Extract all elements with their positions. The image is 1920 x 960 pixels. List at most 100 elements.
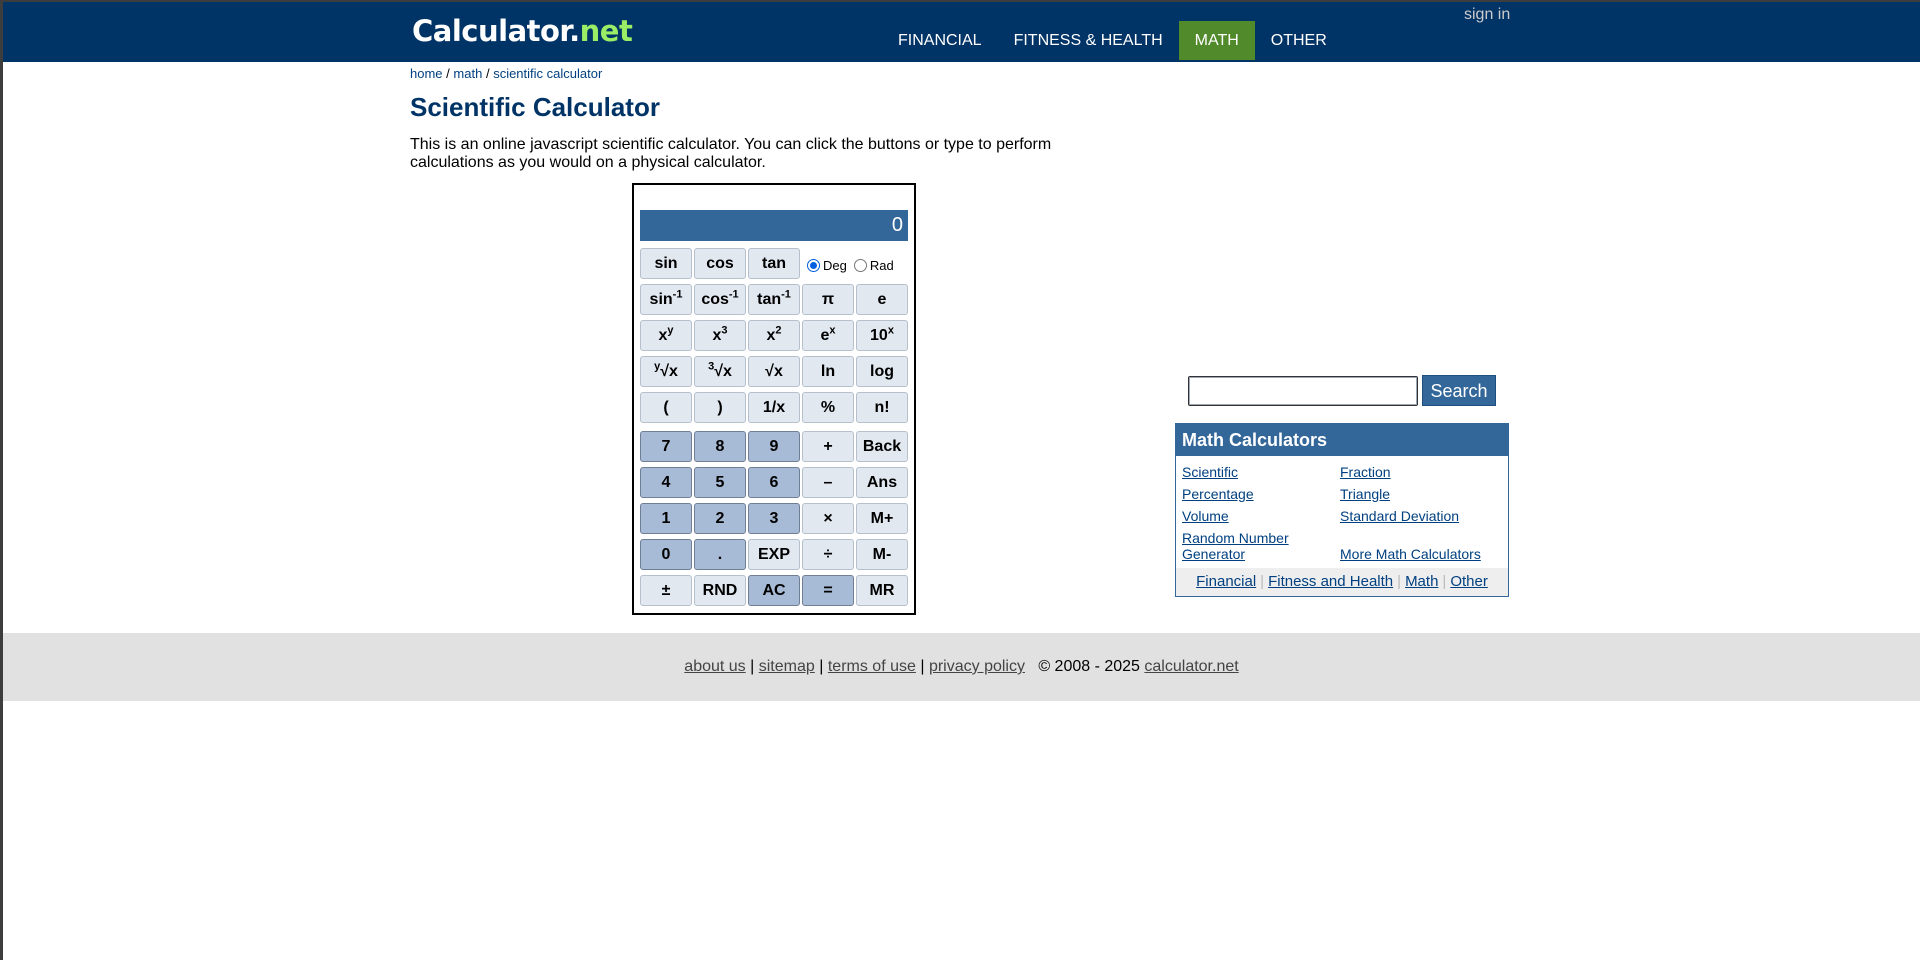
link-random-number-generator[interactable]: Generator [1182,546,1245,562]
all-clear-key[interactable]: AC [748,575,800,606]
panel-link-other[interactable]: Other [1450,573,1488,590]
key-5[interactable]: 5 [694,467,746,498]
cube-root-key[interactable]: 3√x [694,356,746,387]
plus-minus-key[interactable]: ± [640,575,692,606]
footer-copyright: © 2008 - 2025 [1038,658,1140,675]
logo-dot: . [569,14,580,48]
right-paren-key[interactable]: ) [694,392,746,423]
link-scientific[interactable]: Scientific [1182,464,1238,480]
y-root-x-key[interactable]: y√x [640,356,692,387]
key-4[interactable]: 4 [640,467,692,498]
panel-link-fitness[interactable]: Fitness and Health [1268,573,1393,590]
link-standard-deviation[interactable]: Standard Deviation [1340,508,1459,524]
link-random-number[interactable]: Random Number [1182,530,1289,546]
atan-key[interactable]: tan-1 [748,284,800,315]
inverse-superscript: -1 [781,288,791,301]
search-button[interactable]: Search [1422,375,1496,406]
window-edge [0,0,3,960]
acos-key[interactable]: cos-1 [694,284,746,315]
key-1[interactable]: 1 [640,503,692,534]
rnd-key[interactable]: RND [694,575,746,606]
nav-fitness-health[interactable]: FITNESS & HEALTH [998,21,1179,60]
key-6[interactable]: 6 [748,467,800,498]
footer-privacy[interactable]: privacy policy [929,658,1025,675]
acos-label: cos [701,291,729,308]
reciprocal-key[interactable]: 1/x [748,392,800,423]
sign-in-link[interactable]: sign in [1464,6,1510,24]
ten-base: 10 [870,327,888,344]
ln-key[interactable]: ln [802,356,854,387]
key-8[interactable]: 8 [694,431,746,462]
calculator-display: 0 [640,210,908,241]
minus-key[interactable]: – [802,467,854,498]
back-key[interactable]: Back [856,431,908,462]
breadcrumb-math[interactable]: math [453,66,482,81]
search-input[interactable] [1188,376,1418,406]
memory-plus-key[interactable]: M+ [856,503,908,534]
logo-main: Calculator [412,14,570,48]
link-percentage[interactable]: Percentage [1182,486,1254,502]
main-nav: FINANCIAL FITNESS & HEALTH MATH OTHER [882,21,1343,60]
link-volume[interactable]: Volume [1182,508,1229,524]
atan-label: tan [757,291,782,308]
link-triangle[interactable]: Triangle [1340,486,1390,502]
key-7[interactable]: 7 [640,431,692,462]
site-logo[interactable]: Calculator.net [412,14,633,48]
multiply-key[interactable]: × [802,503,854,534]
nav-financial[interactable]: FINANCIAL [882,21,998,60]
log-key[interactable]: log [856,356,908,387]
memory-minus-key[interactable]: M- [856,539,908,570]
percent-key[interactable]: % [802,392,854,423]
footer-site-link[interactable]: calculator.net [1144,658,1238,675]
exp-key[interactable]: EXP [748,539,800,570]
tan-key[interactable]: tan [748,248,800,279]
asin-key[interactable]: sin-1 [640,284,692,315]
pi-key[interactable]: π [802,284,854,315]
sin-key[interactable]: sin [640,248,692,279]
x-power-y-key[interactable]: xy [640,320,692,351]
nav-math[interactable]: MATH [1178,21,1255,60]
breadcrumb-current[interactable]: scientific calculator [493,66,602,81]
sqrt-key[interactable]: √x [748,356,800,387]
footer-about-us[interactable]: about us [684,658,745,675]
deg-radio[interactable] [807,259,820,272]
factorial-key[interactable]: n! [856,392,908,423]
left-paren-key[interactable]: ( [640,392,692,423]
e-key[interactable]: e [856,284,908,315]
decimal-key[interactable]: . [694,539,746,570]
rad-radio[interactable] [853,259,867,272]
logo-net: net [579,14,633,48]
breadcrumb: home / math / scientific calculator [410,66,602,81]
nav-other[interactable]: OTHER [1255,21,1343,60]
inverse-superscript: -1 [728,288,739,301]
divide-key[interactable]: ÷ [802,539,854,570]
inverse-superscript: -1 [672,288,683,301]
key-3[interactable]: 3 [748,503,800,534]
footer-sitemap[interactable]: sitemap [759,658,815,675]
link-fraction[interactable]: Fraction [1340,464,1391,480]
panel-link-financial[interactable]: Financial [1196,573,1256,590]
cos-key[interactable]: cos [694,248,746,279]
asin-label: sin [649,291,673,308]
ten-power-x-key[interactable]: 10x [856,320,908,351]
page-title: Scientific Calculator [410,92,660,122]
link-more-math[interactable]: More Math Calculators [1340,546,1481,562]
x-squared-key[interactable]: x2 [748,320,800,351]
key-0[interactable]: 0 [640,539,692,570]
footer-terms[interactable]: terms of use [828,658,916,675]
key-9[interactable]: 9 [748,431,800,462]
breadcrumb-home[interactable]: home [410,66,443,81]
plus-key[interactable]: + [802,431,854,462]
ans-key[interactable]: Ans [856,467,908,498]
math-calculators-panel: Math Calculators Scientific Fraction Per… [1175,423,1509,597]
equals-key[interactable]: = [802,575,854,606]
separator: | [1397,573,1402,590]
panel-link-math[interactable]: Math [1405,573,1438,590]
deg-label: Deg [823,258,847,273]
window-top-edge [0,0,1920,2]
memory-recall-key[interactable]: MR [856,575,908,606]
e-power-x-key[interactable]: ex [802,320,854,351]
two-superscript: 2 [775,324,782,337]
x-cubed-key[interactable]: x3 [694,320,746,351]
key-2[interactable]: 2 [694,503,746,534]
